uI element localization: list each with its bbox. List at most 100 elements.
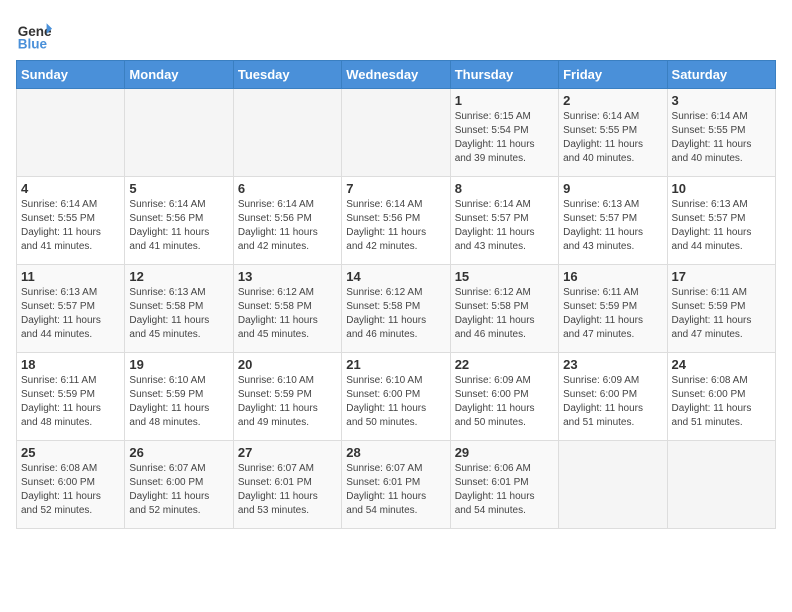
day-number: 27 [238,445,337,460]
day-number: 15 [455,269,554,284]
day-number: 6 [238,181,337,196]
day-info: Sunrise: 6:09 AM Sunset: 6:00 PM Dayligh… [455,374,554,430]
day-info: Sunrise: 6:06 AM Sunset: 6:01 PM Dayligh… [455,462,554,518]
logo: General Blue [16,16,52,52]
day-number: 21 [346,357,445,372]
day-info: Sunrise: 6:12 AM Sunset: 5:58 PM Dayligh… [238,286,337,342]
day-number: 14 [346,269,445,284]
day-number: 19 [129,357,228,372]
week-row-1: 1 Sunrise: 6:15 AM Sunset: 5:54 PM Daylig… [17,89,776,177]
calendar-cell: 7 Sunrise: 6:14 AM Sunset: 5:56 PM Daylig… [342,177,450,265]
calendar-cell: 11 Sunrise: 6:13 AM Sunset: 5:57 PM Dayli… [17,265,125,353]
col-header-monday: Monday [125,61,233,89]
day-info: Sunrise: 6:07 AM Sunset: 6:01 PM Dayligh… [346,462,445,518]
calendar-cell: 27 Sunrise: 6:07 AM Sunset: 6:01 PM Dayli… [233,441,341,529]
calendar-cell: 12Sunrise: 6:13 AM Sunset: 5:58 PM Dayli… [125,265,233,353]
day-info: Sunrise: 6:08 AM Sunset: 6:00 PM Dayligh… [21,462,120,518]
calendar-cell: 10Sunrise: 6:13 AM Sunset: 5:57 PM Dayli… [667,177,775,265]
day-number: 7 [346,181,445,196]
day-info: Sunrise: 6:14 AM Sunset: 5:56 PM Dayligh… [238,198,337,254]
day-number: 28 [346,445,445,460]
day-number: 1 [455,93,554,108]
day-info: Sunrise: 6:11 AM Sunset: 5:59 PM Dayligh… [563,286,662,342]
day-info: Sunrise: 6:14 AM Sunset: 5:55 PM Dayligh… [563,110,662,166]
day-number: 26 [129,445,228,460]
day-number: 12 [129,269,228,284]
calendar-cell: 9 Sunrise: 6:13 AM Sunset: 5:57 PM Daylig… [559,177,667,265]
col-header-sunday: Sunday [17,61,125,89]
calendar-cell [667,441,775,529]
day-info: Sunrise: 6:14 AM Sunset: 5:56 PM Dayligh… [129,198,228,254]
calendar-cell: 24Sunrise: 6:08 AM Sunset: 6:00 PM Dayli… [667,353,775,441]
day-number: 18 [21,357,120,372]
calendar-cell: 19Sunrise: 6:10 AM Sunset: 5:59 PM Dayli… [125,353,233,441]
day-number: 24 [672,357,771,372]
day-number: 22 [455,357,554,372]
day-number: 17 [672,269,771,284]
calendar-cell: 8Sunrise: 6:14 AM Sunset: 5:57 PM Daylig… [450,177,558,265]
week-row-2: 4 Sunrise: 6:14 AM Sunset: 5:55 PM Daylig… [17,177,776,265]
calendar-cell [233,89,341,177]
calendar-cell: 5 Sunrise: 6:14 AM Sunset: 5:56 PM Daylig… [125,177,233,265]
day-info: Sunrise: 6:14 AM Sunset: 5:55 PM Dayligh… [21,198,120,254]
calendar-cell: 1 Sunrise: 6:15 AM Sunset: 5:54 PM Daylig… [450,89,558,177]
calendar-cell: 25 Sunrise: 6:08 AM Sunset: 6:00 PM Dayli… [17,441,125,529]
week-row-3: 11 Sunrise: 6:13 AM Sunset: 5:57 PM Dayli… [17,265,776,353]
col-header-thursday: Thursday [450,61,558,89]
day-info: Sunrise: 6:13 AM Sunset: 5:57 PM Dayligh… [563,198,662,254]
col-header-friday: Friday [559,61,667,89]
calendar-cell [559,441,667,529]
day-info: Sunrise: 6:07 AM Sunset: 6:01 PM Dayligh… [238,462,337,518]
calendar-cell: 21Sunrise: 6:10 AM Sunset: 6:00 PM Dayli… [342,353,450,441]
calendar-cell: 14 Sunrise: 6:12 AM Sunset: 5:58 PM Dayli… [342,265,450,353]
calendar-cell: 16 Sunrise: 6:11 AM Sunset: 5:59 PM Dayli… [559,265,667,353]
calendar-cell: 26 Sunrise: 6:07 AM Sunset: 6:00 PM Dayli… [125,441,233,529]
day-number: 23 [563,357,662,372]
calendar-cell: 20 Sunrise: 6:10 AM Sunset: 5:59 PM Dayli… [233,353,341,441]
svg-text:Blue: Blue [18,36,48,51]
col-header-wednesday: Wednesday [342,61,450,89]
day-number: 4 [21,181,120,196]
day-number: 13 [238,269,337,284]
day-info: Sunrise: 6:12 AM Sunset: 5:58 PM Dayligh… [455,286,554,342]
page-header: General Blue [16,16,776,52]
day-number: 5 [129,181,228,196]
day-number: 20 [238,357,337,372]
day-info: Sunrise: 6:10 AM Sunset: 5:59 PM Dayligh… [238,374,337,430]
day-info: Sunrise: 6:09 AM Sunset: 6:00 PM Dayligh… [563,374,662,430]
calendar-header-row: SundayMondayTuesdayWednesdayThursdayFrid… [17,61,776,89]
day-number: 29 [455,445,554,460]
day-number: 25 [21,445,120,460]
day-number: 8 [455,181,554,196]
day-info: Sunrise: 6:07 AM Sunset: 6:00 PM Dayligh… [129,462,228,518]
day-info: Sunrise: 6:14 AM Sunset: 5:56 PM Dayligh… [346,198,445,254]
calendar-cell: 18 Sunrise: 6:11 AM Sunset: 5:59 PM Dayli… [17,353,125,441]
day-info: Sunrise: 6:11 AM Sunset: 5:59 PM Dayligh… [672,286,771,342]
day-info: Sunrise: 6:12 AM Sunset: 5:58 PM Dayligh… [346,286,445,342]
calendar-cell: 22 Sunrise: 6:09 AM Sunset: 6:00 PM Dayli… [450,353,558,441]
logo-icon: General Blue [16,16,52,52]
calendar-cell: 17 Sunrise: 6:11 AM Sunset: 5:59 PM Dayli… [667,265,775,353]
day-info: Sunrise: 6:14 AM Sunset: 5:55 PM Dayligh… [672,110,771,166]
day-info: Sunrise: 6:13 AM Sunset: 5:57 PM Dayligh… [21,286,120,342]
day-number: 2 [563,93,662,108]
day-number: 3 [672,93,771,108]
week-row-4: 18 Sunrise: 6:11 AM Sunset: 5:59 PM Dayli… [17,353,776,441]
day-info: Sunrise: 6:11 AM Sunset: 5:59 PM Dayligh… [21,374,120,430]
calendar-cell: 4 Sunrise: 6:14 AM Sunset: 5:55 PM Daylig… [17,177,125,265]
col-header-tuesday: Tuesday [233,61,341,89]
calendar-cell: 2 Sunrise: 6:14 AM Sunset: 5:55 PM Daylig… [559,89,667,177]
calendar-cell: 15 Sunrise: 6:12 AM Sunset: 5:58 PM Dayli… [450,265,558,353]
day-info: Sunrise: 6:15 AM Sunset: 5:54 PM Dayligh… [455,110,554,166]
day-number: 9 [563,181,662,196]
day-number: 11 [21,269,120,284]
day-number: 16 [563,269,662,284]
week-row-5: 25 Sunrise: 6:08 AM Sunset: 6:00 PM Dayli… [17,441,776,529]
calendar-cell: 23 Sunrise: 6:09 AM Sunset: 6:00 PM Dayli… [559,353,667,441]
calendar-cell [17,89,125,177]
calendar-table: SundayMondayTuesdayWednesdayThursdayFrid… [16,60,776,529]
calendar-cell: 29 Sunrise: 6:06 AM Sunset: 6:01 PM Dayli… [450,441,558,529]
calendar-cell: 3 Sunrise: 6:14 AM Sunset: 5:55 PM Daylig… [667,89,775,177]
day-number: 10 [672,181,771,196]
calendar-cell: 13 Sunrise: 6:12 AM Sunset: 5:58 PM Dayli… [233,265,341,353]
